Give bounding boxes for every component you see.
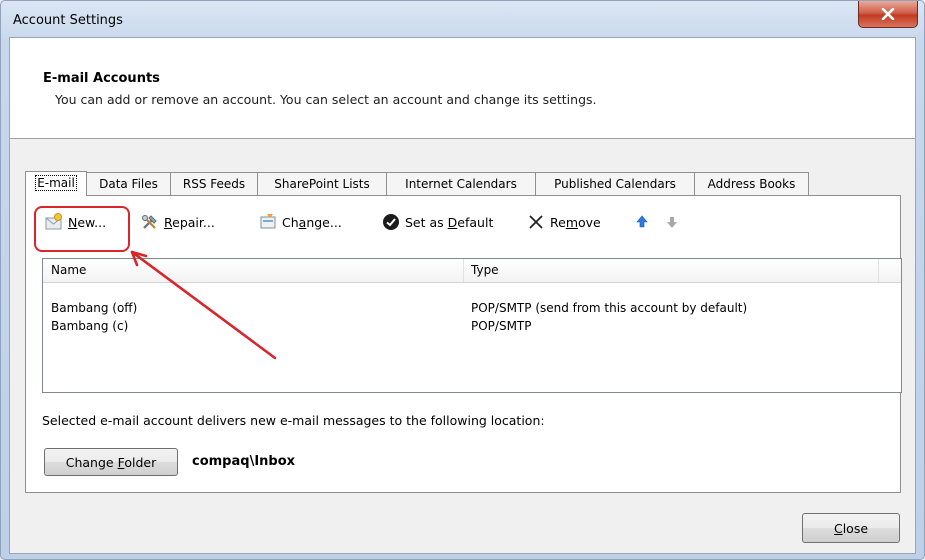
close-icon: [881, 8, 895, 20]
page-title: E-mail Accounts: [43, 71, 160, 86]
column-header-type[interactable]: Type: [471, 263, 499, 277]
email-tab-panel: New... Repair... Change... Set as Defaul…: [25, 195, 902, 493]
list-header: Name Type: [43, 259, 901, 283]
list-item[interactable]: Bambang (c) POP/SMTP: [43, 318, 901, 336]
window-title: Account Settings: [13, 13, 123, 28]
tab-rss-feeds[interactable]: RSS Feeds: [170, 172, 258, 195]
account-type: POP/SMTP (send from this account by defa…: [471, 301, 748, 315]
column-divider[interactable]: [878, 259, 879, 282]
window-close-button[interactable]: [858, 1, 918, 28]
close-button-label: Close: [833, 520, 869, 536]
remove-button[interactable]: Remove: [527, 212, 601, 232]
close-button[interactable]: Close: [802, 513, 900, 543]
account-name: Bambang (off): [51, 301, 138, 315]
account-toolbar: New... Repair... Change... Set as Defaul…: [26, 196, 900, 240]
checkmark-circle-icon: [383, 214, 399, 230]
change-folder-button[interactable]: Change Folder: [44, 448, 178, 476]
move-up-button[interactable]: [633, 212, 656, 232]
title-bar[interactable]: Account Settings: [1, 1, 924, 37]
repair-button-label: Repair...: [164, 214, 215, 230]
tab-data-files[interactable]: Data Files: [86, 172, 171, 195]
page-description: You can add or remove an account. You ca…: [55, 92, 597, 107]
dialog-body: E-mail Accounts You can add or remove an…: [9, 37, 916, 554]
change-button-label: Change...: [282, 214, 342, 230]
column-divider[interactable]: [463, 259, 464, 282]
repair-tools-icon: [142, 215, 157, 229]
move-down-button[interactable]: [663, 212, 686, 232]
account-name: Bambang (c): [51, 319, 129, 333]
tab-sharepoint-lists[interactable]: SharePoint Lists: [257, 172, 387, 195]
tab-published-calendars[interactable]: Published Calendars: [535, 172, 695, 195]
set-as-default-button[interactable]: Set as Default: [382, 212, 493, 232]
tab-address-books[interactable]: Address Books: [694, 172, 809, 195]
account-type: POP/SMTP: [471, 319, 532, 333]
arrow-down-icon: [667, 217, 677, 228]
accounts-list[interactable]: Name Type Bambang (off) POP/SMTP (send f…: [42, 258, 902, 393]
change-account-icon: [260, 214, 276, 229]
new-button-label: New...: [68, 214, 107, 230]
delivery-location-label: Selected e-mail account delivers new e-m…: [42, 413, 545, 428]
tab-email[interactable]: E-mail: [25, 171, 87, 196]
column-header-name[interactable]: Name: [51, 263, 86, 277]
set-as-default-label: Set as Default: [405, 214, 494, 230]
change-button[interactable]: Change...: [259, 212, 342, 232]
account-settings-window: Account Settings E-mail Accounts You can…: [0, 0, 925, 560]
repair-button[interactable]: Repair...: [141, 212, 215, 232]
remove-x-icon: [529, 215, 543, 229]
folder-path: compaq\Inbox: [192, 454, 296, 469]
new-mail-icon: [45, 213, 62, 230]
remove-button-label: Remove: [550, 214, 601, 230]
new-button[interactable]: New...: [45, 212, 106, 232]
change-folder-label: Change Folder: [65, 454, 157, 470]
list-item[interactable]: Bambang (off) POP/SMTP (send from this a…: [43, 300, 901, 318]
header-panel: E-mail Accounts You can add or remove an…: [10, 38, 915, 139]
arrow-up-icon: [636, 215, 648, 228]
tab-internet-calendars[interactable]: Internet Calendars: [386, 172, 536, 195]
